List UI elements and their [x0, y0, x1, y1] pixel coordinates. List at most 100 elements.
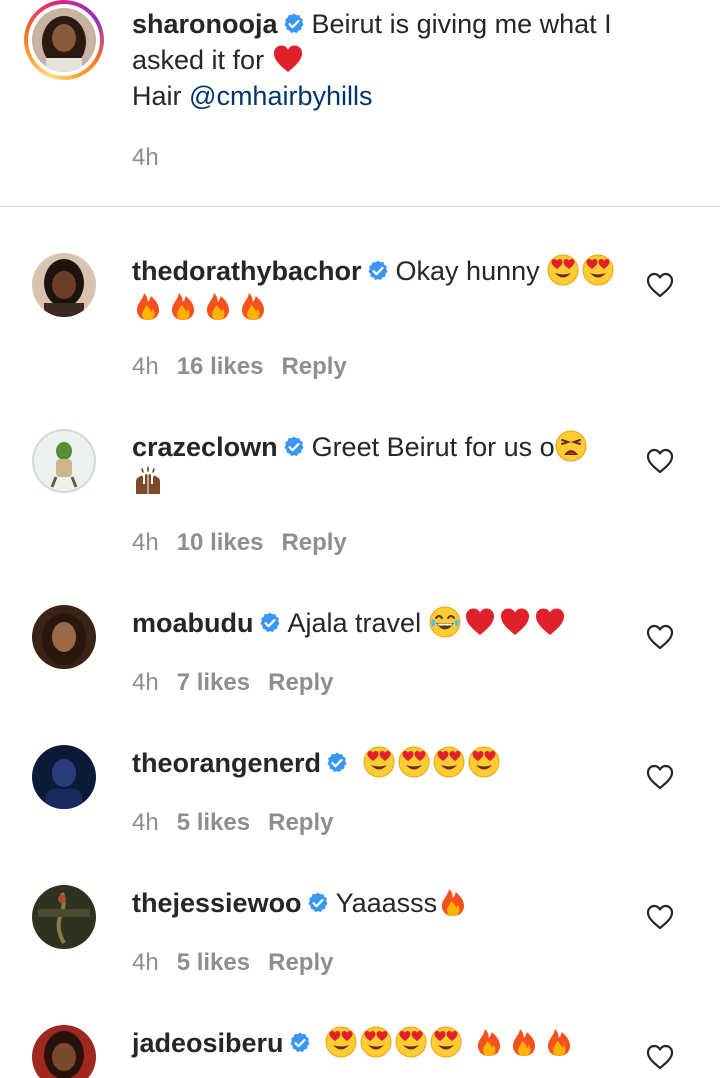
comment-body: Greet Beirut for us o — [311, 432, 555, 462]
comment-text: crazeclown Greet Beirut for us o — [132, 429, 590, 501]
hair-label: Hair — [132, 81, 182, 111]
like-heart-icon[interactable] — [646, 272, 674, 298]
caption-meta: 4h — [132, 144, 177, 172]
reply-button[interactable]: Reply — [268, 949, 333, 976]
caption-line-2: asked it for — [132, 42, 612, 78]
heart-eyes-emoji-icon — [360, 1026, 392, 1058]
comment-item: theorangenerd 4h 5 likes Reply — [0, 745, 720, 855]
heart-eyes-emoji-icon — [398, 746, 430, 778]
fire-emoji-icon — [132, 290, 164, 322]
caption-text: sharonooja Beirut is giving me what I ask… — [132, 6, 612, 114]
verified-badge-icon — [366, 259, 390, 283]
heart-eyes-emoji-icon — [468, 746, 500, 778]
like-heart-icon[interactable] — [646, 764, 674, 790]
comment-meta: 4h 16 likes Reply — [132, 353, 365, 381]
raised-hands-emoji-icon — [132, 466, 164, 498]
comment-item: thedorathybachor Okay hunny 4h 16 likes Rep… — [0, 253, 720, 403]
verified-badge-icon — [258, 611, 282, 635]
comment-username[interactable]: moabudu — [132, 608, 254, 638]
red-heart-icon — [464, 606, 496, 638]
reply-button[interactable]: Reply — [268, 669, 333, 696]
heart-eyes-emoji-icon — [325, 1026, 357, 1058]
reply-button[interactable]: Reply — [268, 809, 333, 836]
red-heart-icon — [534, 606, 566, 638]
like-heart-icon[interactable] — [646, 448, 674, 474]
caption-line-1: sharonooja Beirut is giving me what I — [132, 6, 612, 42]
reply-button[interactable]: Reply — [281, 353, 346, 380]
comment-item: moabudu Ajala travel 4h 7 likes Reply — [0, 605, 720, 715]
likes-count[interactable]: 5 likes — [177, 809, 250, 836]
reply-button[interactable]: Reply — [281, 529, 346, 556]
likes-count[interactable]: 16 likes — [177, 353, 264, 380]
fire-emoji-icon — [167, 290, 199, 322]
heart-eyes-emoji-icon — [547, 254, 579, 286]
caption-line-3: Hair @cmhairbyhills — [132, 78, 612, 114]
comment-text: theorangenerd — [132, 745, 503, 781]
comment-username[interactable]: crazeclown — [132, 432, 278, 462]
heart-eyes-emoji-icon — [363, 746, 395, 778]
avatar[interactable] — [32, 429, 96, 493]
comment-item: crazeclown Greet Beirut for us o 4h 10 lik… — [0, 429, 720, 579]
comment-username[interactable]: jadeosiberu — [132, 1028, 284, 1058]
mention-link[interactable]: @cmhairbyhills — [189, 81, 372, 111]
fire-emoji-icon — [202, 290, 234, 322]
comment-meta: 4h 7 likes Reply — [132, 669, 351, 697]
tears-of-joy-emoji-icon — [429, 606, 461, 638]
fire-emoji-icon — [437, 886, 469, 918]
timestamp: 4h — [132, 669, 159, 696]
timestamp: 4h — [132, 949, 159, 976]
comment-meta: 4h 5 likes Reply — [132, 949, 351, 977]
verified-badge-icon — [306, 891, 330, 915]
avatar[interactable] — [32, 745, 96, 809]
verified-badge-icon — [288, 1031, 312, 1055]
timestamp: 4h — [132, 809, 159, 836]
red-heart-icon — [499, 606, 531, 638]
comment-text: thejessiewoo Yaaasss — [132, 885, 472, 921]
timestamp: 4h — [132, 144, 159, 171]
avatar[interactable] — [32, 1025, 96, 1078]
fire-emoji-icon — [508, 1026, 540, 1058]
like-heart-icon[interactable] — [646, 1044, 674, 1070]
heart-eyes-emoji-icon — [582, 254, 614, 286]
post-caption: sharonooja Beirut is giving me what I ask… — [0, 0, 720, 206]
comment-body: Ajala travel — [287, 608, 422, 638]
fire-emoji-icon — [473, 1026, 505, 1058]
likes-count[interactable]: 5 likes — [177, 949, 250, 976]
caption-line-1-text: Beirut is giving me what I — [311, 9, 612, 39]
comment-meta: 4h 5 likes Reply — [132, 809, 351, 837]
comment-item: jadeosiberu — [0, 1025, 720, 1078]
verified-badge-icon — [282, 12, 306, 36]
divider — [0, 206, 720, 207]
avatar[interactable] — [32, 253, 96, 317]
likes-count[interactable]: 10 likes — [177, 529, 264, 556]
red-heart-icon — [272, 43, 304, 75]
fire-emoji-icon — [543, 1026, 575, 1058]
comment-username[interactable]: thejessiewoo — [132, 888, 302, 918]
heart-eyes-emoji-icon — [395, 1026, 427, 1058]
fire-emoji-icon — [237, 290, 269, 322]
comment-text: thedorathybachor Okay hunny — [132, 253, 617, 325]
heart-eyes-emoji-icon — [430, 1026, 462, 1058]
heart-eyes-emoji-icon — [433, 746, 465, 778]
verified-badge-icon — [325, 751, 349, 775]
timestamp: 4h — [132, 529, 159, 556]
comment-meta: 4h 10 likes Reply — [132, 529, 365, 557]
comment-username[interactable]: thedorathybachor — [132, 256, 362, 286]
comment-username[interactable]: theorangenerd — [132, 748, 321, 778]
avatar[interactable] — [32, 885, 96, 949]
avatar[interactable] — [32, 605, 96, 669]
timestamp: 4h — [132, 353, 159, 380]
verified-badge-icon — [282, 435, 306, 459]
comment-body: Yaaasss — [335, 888, 438, 918]
comment-body: Okay hunny — [395, 256, 540, 286]
like-heart-icon[interactable] — [646, 904, 674, 930]
like-heart-icon[interactable] — [646, 624, 674, 650]
comment-item: thejessiewoo Yaaasss 4h 5 likes Reply — [0, 885, 720, 995]
avatar[interactable] — [32, 8, 96, 72]
comment-text: moabudu Ajala travel — [132, 605, 569, 641]
weary-face-emoji-icon — [555, 430, 587, 462]
likes-count[interactable]: 7 likes — [177, 669, 250, 696]
caption-line-2-text: asked it for — [132, 45, 265, 75]
story-ring-avatar[interactable] — [24, 0, 104, 80]
username[interactable]: sharonooja — [132, 9, 278, 39]
